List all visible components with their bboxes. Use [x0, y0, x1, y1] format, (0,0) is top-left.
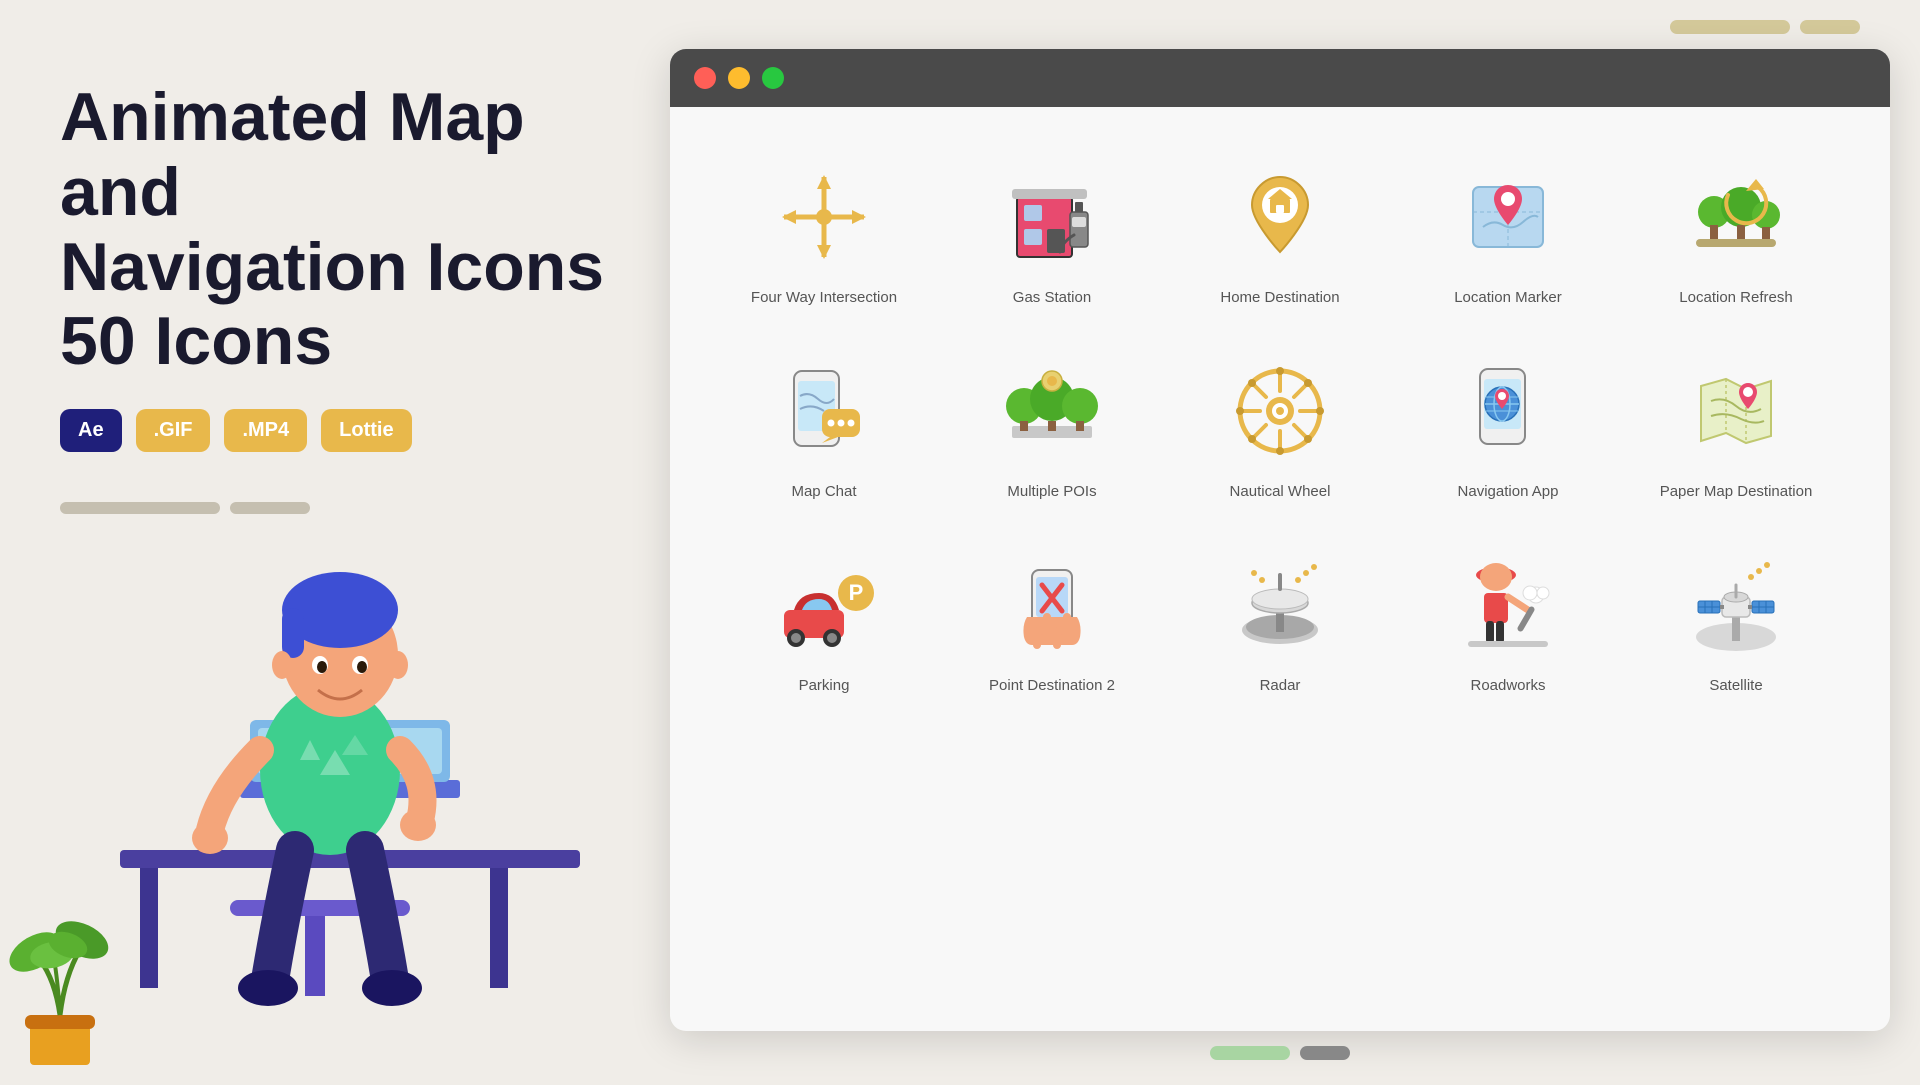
navigation-app-label: Navigation App: [1458, 483, 1559, 500]
icon-item-roadworks[interactable]: Roadworks: [1394, 525, 1622, 709]
location-refresh-label: Location Refresh: [1679, 289, 1792, 306]
plant-decoration: [0, 880, 120, 1080]
nautical-wheel-label: Nautical Wheel: [1230, 483, 1331, 500]
icon-item-parking[interactable]: P Parking: [710, 525, 938, 709]
badge-lottie: Lottie: [321, 409, 411, 452]
multiple-pois-icon: [992, 351, 1112, 471]
gas-station-label: Gas Station: [1013, 289, 1091, 306]
map-chat-icon: [764, 351, 884, 471]
bottom-bar-1: [1210, 1046, 1290, 1060]
point-destination-2-label: Point Destination 2: [989, 677, 1115, 694]
navigation-app-icon: [1448, 351, 1568, 471]
icon-item-paper-map-destination[interactable]: Paper Map Destination: [1622, 331, 1850, 515]
gas-station-icon: [992, 157, 1112, 277]
multiple-pois-label: Multiple POIs: [1007, 483, 1096, 500]
bottom-bar-2: [1300, 1046, 1350, 1060]
four-way-intersection-icon: [764, 157, 884, 277]
icon-item-home-destination[interactable]: Home Destination: [1166, 137, 1394, 321]
icon-item-location-marker[interactable]: Location Marker: [1394, 137, 1622, 321]
parking-label: Parking: [799, 677, 850, 694]
bottom-decorative-bars: [670, 1046, 1890, 1060]
badge-ae: Ae: [60, 409, 122, 452]
icon-grid: Four Way Intersection: [710, 137, 1850, 709]
svg-text:P: P: [849, 580, 864, 605]
parking-icon: P: [764, 545, 884, 665]
top-bar-2: [1800, 20, 1860, 34]
badge-row: Ae .GIF .MP4 Lottie: [60, 409, 610, 452]
traffic-light-yellow[interactable]: [728, 67, 750, 89]
radar-icon: [1220, 545, 1340, 665]
left-panel: Animated Map and Navigation Icons 50 Ico…: [0, 0, 670, 1080]
icon-item-location-refresh[interactable]: Location Refresh: [1622, 137, 1850, 321]
roadworks-icon: [1448, 545, 1568, 665]
roadworks-label: Roadworks: [1470, 677, 1545, 694]
right-panel: Four Way Intersection: [670, 0, 1920, 1080]
location-marker-label: Location Marker: [1454, 289, 1562, 306]
icon-item-multiple-pois[interactable]: Multiple POIs: [938, 331, 1166, 515]
icon-item-gas-station[interactable]: Gas Station: [938, 137, 1166, 321]
radar-label: Radar: [1260, 677, 1301, 694]
icon-item-radar[interactable]: Radar: [1166, 525, 1394, 709]
home-destination-icon: [1220, 157, 1340, 277]
badge-gif: .GIF: [136, 409, 211, 452]
nautical-wheel-icon: [1220, 351, 1340, 471]
traffic-light-green[interactable]: [762, 67, 784, 89]
four-way-intersection-label: Four Way Intersection: [751, 289, 897, 306]
home-destination-label: Home Destination: [1220, 289, 1339, 306]
location-refresh-icon: [1676, 157, 1796, 277]
icon-item-satellite[interactable]: Satellite: [1622, 525, 1850, 709]
main-title: Animated Map and Navigation Icons 50 Ico…: [60, 80, 610, 379]
person-illustration: [40, 480, 600, 1080]
location-marker-icon: [1448, 157, 1568, 277]
icon-item-map-chat[interactable]: Map Chat: [710, 331, 938, 515]
icon-item-navigation-app[interactable]: Navigation App: [1394, 331, 1622, 515]
top-decorative-bars: [670, 20, 1890, 34]
satellite-label: Satellite: [1709, 677, 1762, 694]
top-bar-1: [1670, 20, 1790, 34]
map-chat-label: Map Chat: [791, 483, 856, 500]
paper-map-destination-icon: [1676, 351, 1796, 471]
icon-item-nautical-wheel[interactable]: Nautical Wheel: [1166, 331, 1394, 515]
point-destination-2-icon: [992, 545, 1112, 665]
badge-mp4: .MP4: [224, 409, 307, 452]
icon-item-point-destination-2[interactable]: Point Destination 2: [938, 525, 1166, 709]
paper-map-destination-label: Paper Map Destination: [1660, 483, 1813, 500]
browser-window: Four Way Intersection: [670, 49, 1890, 1031]
icon-item-four-way-intersection[interactable]: Four Way Intersection: [710, 137, 938, 321]
browser-titlebar: [670, 49, 1890, 107]
browser-content: Four Way Intersection: [670, 107, 1890, 1031]
traffic-light-red[interactable]: [694, 67, 716, 89]
satellite-icon: [1676, 545, 1796, 665]
